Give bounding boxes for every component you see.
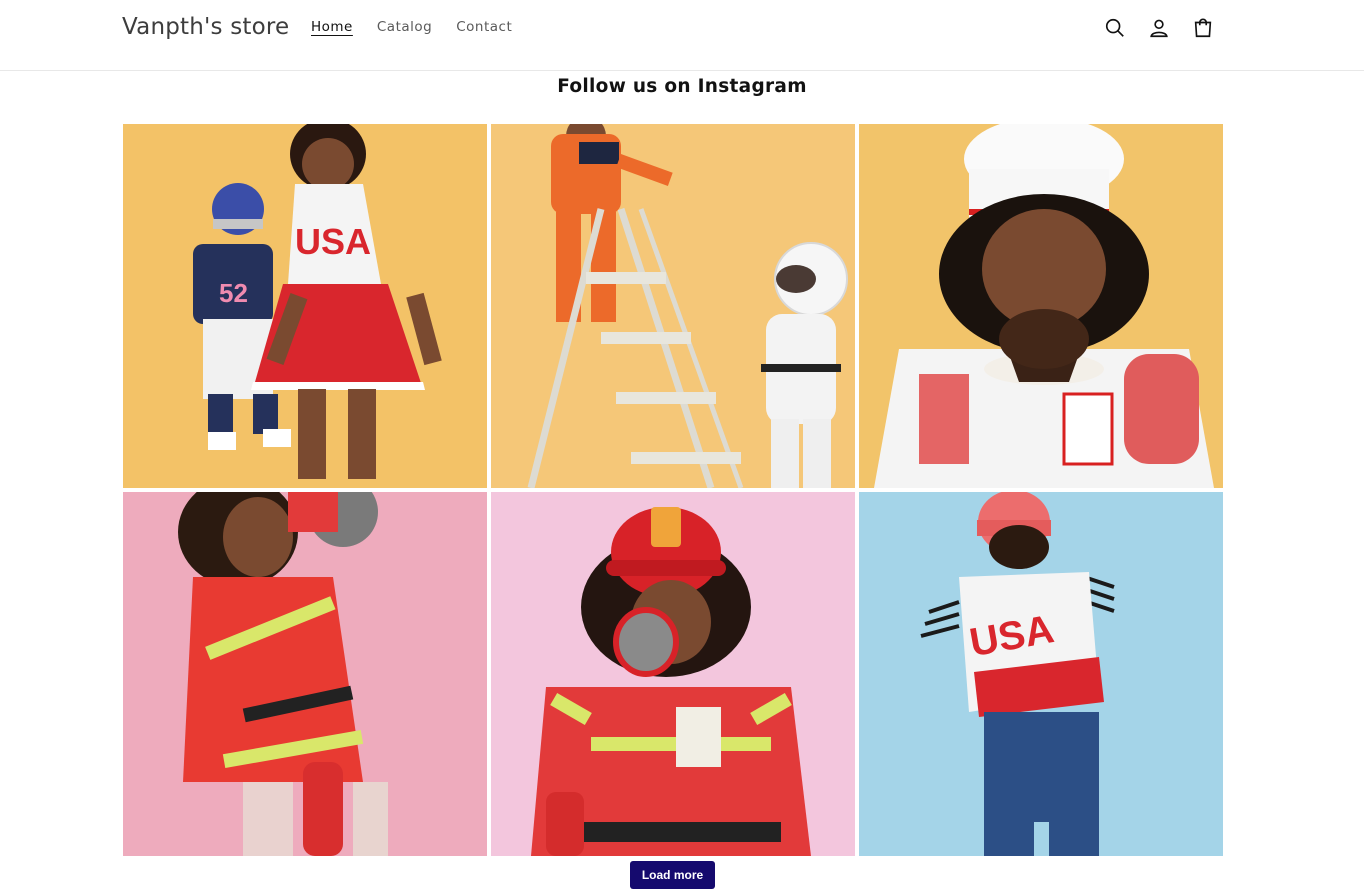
header-icons: [1100, 12, 1218, 44]
cart-icon[interactable]: [1188, 12, 1218, 44]
instagram-section-title: Follow us on Instagram: [557, 76, 807, 97]
nav-contact-link[interactable]: Contact: [456, 19, 512, 35]
instagram-photo-6-image: USA: [859, 492, 1223, 856]
nav-catalog-link[interactable]: Catalog: [377, 19, 432, 35]
instagram-photo-2[interactable]: [491, 124, 855, 488]
instagram-photo-1-image: 52 USA: [123, 124, 487, 488]
store-logo[interactable]: Vanpth's store: [122, 14, 289, 40]
instagram-photo-4[interactable]: [123, 492, 487, 856]
instagram-photo-3[interactable]: [859, 124, 1223, 488]
svg-text:52: 52: [219, 278, 248, 308]
svg-text:USA: USA: [295, 221, 371, 262]
instagram-photo-5[interactable]: [491, 492, 855, 856]
instagram-photo-grid: 52 USA USA: [123, 124, 1223, 856]
instagram-photo-1[interactable]: 52 USA: [123, 124, 487, 488]
load-more-button[interactable]: Load more: [630, 861, 715, 889]
instagram-photo-4-image: [123, 492, 487, 856]
search-icon[interactable]: [1100, 12, 1130, 44]
account-icon[interactable]: [1144, 12, 1174, 44]
instagram-photo-6[interactable]: USA: [859, 492, 1223, 856]
main-nav: Home Catalog Contact: [311, 19, 512, 35]
instagram-photo-2-image: [491, 124, 855, 488]
instagram-photo-5-image: [491, 492, 855, 856]
instagram-photo-3-image: [859, 124, 1223, 488]
nav-home-link[interactable]: Home: [311, 19, 353, 35]
site-header: Vanpth's store Home Catalog Contact: [0, 0, 1364, 71]
